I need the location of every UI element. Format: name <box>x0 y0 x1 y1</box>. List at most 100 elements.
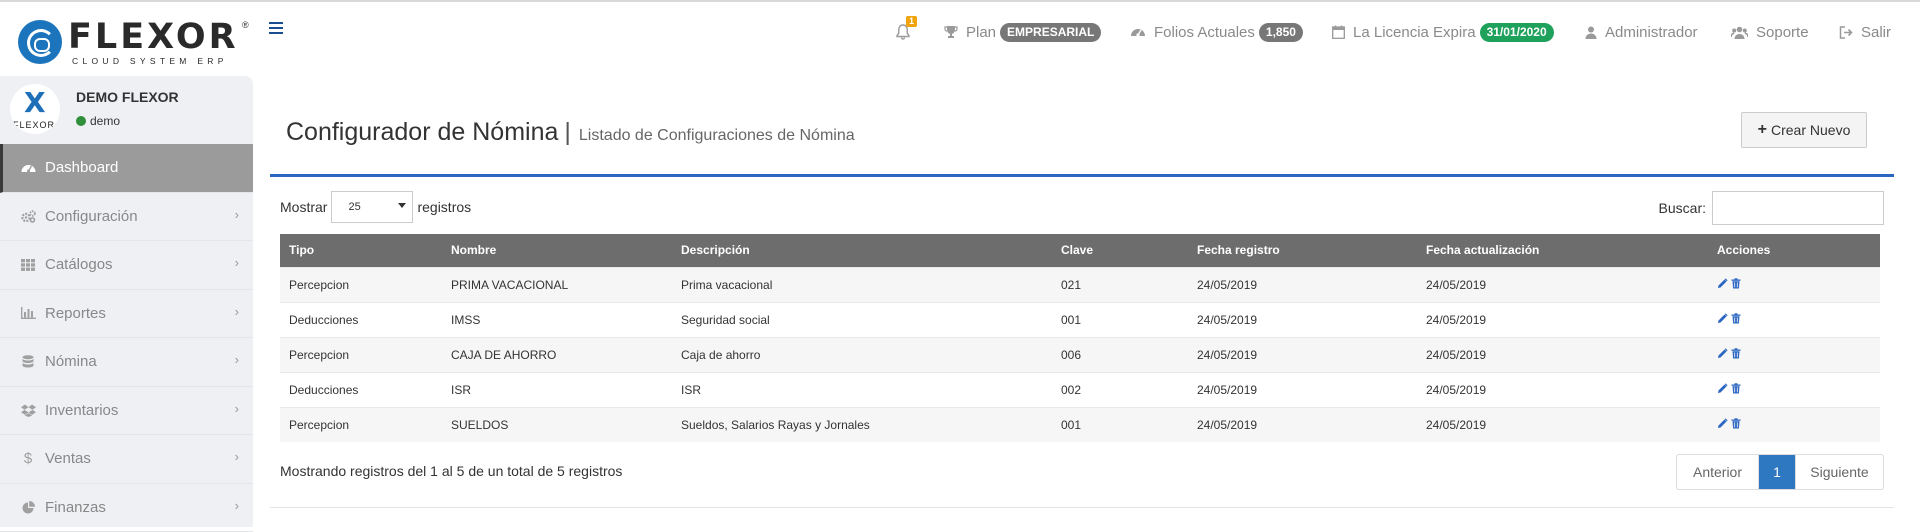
sidebar-item-inventarios[interactable]: Inventarios › <box>0 387 253 436</box>
edit-icon[interactable] <box>1717 278 1728 289</box>
column-header-descripcion[interactable]: Descripción <box>672 234 1052 267</box>
cell-acciones <box>1708 372 1880 407</box>
column-header-clave[interactable]: Clave <box>1052 234 1188 267</box>
support-nav-item[interactable]: Soporte <box>1731 22 1809 42</box>
edit-icon[interactable] <box>1717 383 1728 394</box>
logout-nav-item[interactable]: Salir <box>1839 22 1891 42</box>
edit-icon[interactable] <box>1717 313 1728 324</box>
payroll-config-table: Tipo Nombre Descripción Clave Fecha regi… <box>280 234 1880 442</box>
table-info: Mostrando registros del 1 al 5 de un tot… <box>280 463 622 479</box>
sidebar-toggle-button[interactable] <box>269 22 283 34</box>
column-header-fecha-registro[interactable]: Fecha registro <box>1188 234 1417 267</box>
sidebar-item-label: Finanzas <box>45 499 106 516</box>
delete-icon[interactable] <box>1731 278 1741 289</box>
create-new-button[interactable]: + Crear Nuevo <box>1741 112 1867 148</box>
title-separator: | <box>564 118 571 147</box>
delete-icon[interactable] <box>1731 313 1741 324</box>
folios-label: Folios Actuales <box>1154 24 1255 41</box>
user-icon <box>1585 26 1597 39</box>
chevron-right-icon: › <box>235 498 239 513</box>
page-1-button[interactable]: 1 <box>1759 455 1795 489</box>
search-label: Buscar: <box>1659 200 1706 216</box>
cell-descripcion: ISR <box>672 372 1052 407</box>
folios-nav-item[interactable]: Folios Actuales 1,850 <box>1130 22 1303 42</box>
sidebar-item-finanzas[interactable]: Finanzas › <box>0 484 253 532</box>
search-input[interactable] <box>1712 191 1884 225</box>
cell-fecha-actualizacion: 24/05/2019 <box>1417 267 1708 302</box>
cell-fecha-registro: 24/05/2019 <box>1188 302 1417 337</box>
cell-nombre: PRIMA VACACIONAL <box>442 267 672 302</box>
online-status-icon <box>76 116 86 126</box>
sign-out-icon <box>1839 26 1853 39</box>
table-row: PercepcionCAJA DE AHORROCaja de ahorro00… <box>280 337 1880 372</box>
column-header-tipo[interactable]: Tipo <box>280 234 442 267</box>
cell-nombre: IMSS <box>442 302 672 337</box>
logo-mark-icon <box>18 20 62 64</box>
chevron-right-icon: › <box>235 304 239 319</box>
avatar-logo-text: FLEXOR <box>13 120 55 130</box>
cell-tipo: Deducciones <box>280 302 442 337</box>
cell-fecha-actualizacion: 24/05/2019 <box>1417 337 1708 372</box>
notifications-button[interactable]: 1 <box>896 22 910 42</box>
cell-descripcion: Prima vacacional <box>672 267 1052 302</box>
notification-count-badge: 1 <box>906 16 917 27</box>
sidebar-item-reportes[interactable]: Reportes › <box>0 290 253 339</box>
data-table-panel: Mostrar 25 registros Buscar: Tipo Nombre… <box>270 174 1894 508</box>
cell-nombre: ISR <box>442 372 672 407</box>
pagination: Anterior 1 Siguiente <box>1676 454 1884 490</box>
table-row: DeduccionesIMSSSeguridad social00124/05/… <box>280 302 1880 337</box>
cell-fecha-registro: 24/05/2019 <box>1188 407 1417 442</box>
column-header-fecha-actualizacion[interactable]: Fecha actualización <box>1417 234 1708 267</box>
cell-tipo: Deducciones <box>280 372 442 407</box>
cell-descripcion: Caja de ahorro <box>672 337 1052 372</box>
chevron-right-icon: › <box>235 401 239 416</box>
page-size-value: 25 <box>348 201 360 213</box>
admin-nav-item[interactable]: Administrador <box>1585 22 1698 42</box>
support-label: Soporte <box>1756 24 1809 41</box>
records-label: registros <box>417 199 471 215</box>
logout-label: Salir <box>1861 24 1891 41</box>
sidebar-item-nomina[interactable]: Nómina › <box>0 338 253 387</box>
sidebar-item-configuracion[interactable]: Configuración › <box>0 193 253 242</box>
cell-descripcion: Sueldos, Salarios Rayas y Jornales <box>672 407 1052 442</box>
flexor-logo[interactable]: FLEXOR ® CLOUD SYSTEM ERP <box>16 18 244 68</box>
caret-down-icon <box>398 203 406 208</box>
plan-nav-item[interactable]: Plan EMPRESARIAL <box>944 22 1101 42</box>
delete-icon[interactable] <box>1731 348 1741 359</box>
sidebar-item-catalogos[interactable]: Catálogos › <box>0 241 253 290</box>
cell-tipo: Percepcion <box>280 407 442 442</box>
plan-badge: EMPRESARIAL <box>1000 23 1101 42</box>
cell-fecha-actualizacion: 24/05/2019 <box>1417 372 1708 407</box>
plus-icon: + <box>1758 121 1767 139</box>
sidebar-item-label: Catálogos <box>45 256 113 273</box>
sidebar-item-dashboard[interactable]: Dashboard <box>0 144 253 193</box>
sidebar-item-ventas[interactable]: $ Ventas › <box>0 435 253 484</box>
delete-icon[interactable] <box>1731 383 1741 394</box>
license-nav-item[interactable]: La Licencia Expira 31/01/2020 <box>1332 22 1554 42</box>
database-icon <box>20 355 36 368</box>
user-status: demo <box>76 114 120 128</box>
sidebar-item-label: Reportes <box>45 305 106 322</box>
previous-page-button[interactable]: Anterior <box>1677 455 1759 489</box>
delete-icon[interactable] <box>1731 418 1741 429</box>
avatar: X FLEXOR <box>10 84 60 134</box>
page-title: Configurador de Nómina | Listado de Conf… <box>286 118 855 147</box>
registered-mark: ® <box>242 20 249 30</box>
users-icon <box>1731 26 1748 39</box>
next-page-button[interactable]: Siguiente <box>1795 455 1883 489</box>
edit-icon[interactable] <box>1717 348 1728 359</box>
sidebar-item-label: Configuración <box>45 208 138 225</box>
dropbox-icon <box>20 404 36 417</box>
table-row: DeduccionesISRISR00224/05/201924/05/2019 <box>280 372 1880 407</box>
page-size-select[interactable]: 25 <box>331 191 413 223</box>
calendar-icon <box>1332 25 1345 39</box>
cell-clave: 002 <box>1052 372 1188 407</box>
column-header-nombre[interactable]: Nombre <box>442 234 672 267</box>
page-heading: Configurador de Nómina <box>286 118 558 147</box>
edit-icon[interactable] <box>1717 418 1728 429</box>
top-border <box>0 0 1920 2</box>
cell-fecha-actualizacion: 24/05/2019 <box>1417 407 1708 442</box>
chevron-right-icon: › <box>235 207 239 222</box>
pie-chart-icon <box>20 501 36 514</box>
cell-acciones <box>1708 302 1880 337</box>
